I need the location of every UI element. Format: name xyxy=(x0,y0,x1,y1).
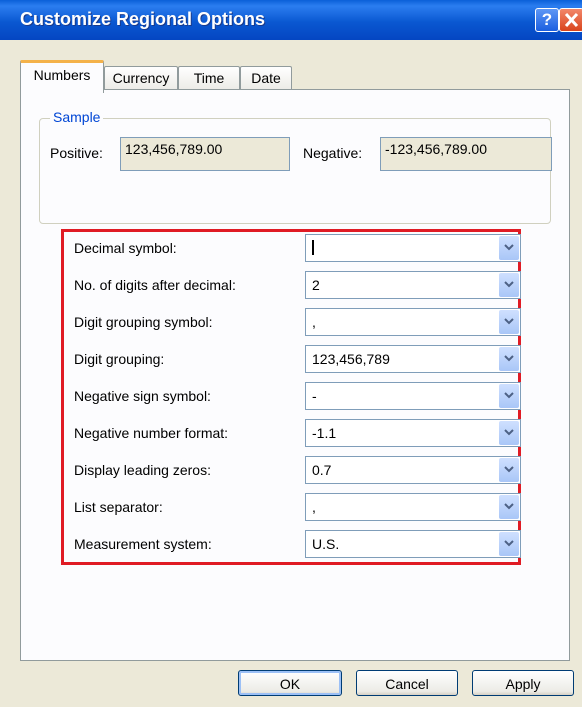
dropdown-button[interactable] xyxy=(499,236,519,260)
negative-number-format-combo[interactable]: -1.1 xyxy=(305,419,521,447)
setting-row-negative-sign-symbol: Negative sign symbol: - xyxy=(64,380,521,412)
settings-highlight: Decimal symbol: No. of digits after deci… xyxy=(61,229,521,565)
decimal-symbol-value xyxy=(312,240,314,258)
digit-grouping-value: 123,456,789 xyxy=(312,351,390,367)
display-leading-zeros-combo[interactable]: 0.7 xyxy=(305,456,521,484)
setting-row-list-separator: List separator: , xyxy=(64,491,521,523)
measurement-system-value: U.S. xyxy=(312,536,340,552)
measurement-system-label: Measurement system: xyxy=(74,536,212,552)
chevron-down-icon xyxy=(504,392,514,399)
numbers-panel: Sample Positive: 123,456,789.00 Negative… xyxy=(20,89,570,661)
digits-after-decimal-combo[interactable]: 2 xyxy=(305,271,521,299)
chevron-down-icon xyxy=(504,318,514,325)
setting-row-digit-grouping-symbol: Digit grouping symbol: , xyxy=(64,306,521,338)
tab-time[interactable]: Time xyxy=(178,66,240,90)
tab-numbers[interactable]: Numbers xyxy=(20,60,104,93)
dropdown-button[interactable] xyxy=(499,273,519,297)
setting-row-digits-after-decimal: No. of digits after decimal: 2 xyxy=(64,269,521,301)
negative-number-format-value: -1.1 xyxy=(312,425,337,441)
help-button[interactable]: ? xyxy=(535,8,559,32)
negative-sample-field: -123,456,789.00 xyxy=(380,137,552,171)
list-separator-combo[interactable]: , xyxy=(305,493,521,521)
digits-after-decimal-label: No. of digits after decimal: xyxy=(74,277,236,293)
dropdown-button[interactable] xyxy=(499,495,519,519)
close-button[interactable] xyxy=(559,8,582,32)
close-icon xyxy=(564,12,579,28)
tab-date[interactable]: Date xyxy=(240,66,292,90)
tab-currency[interactable]: Currency xyxy=(104,66,178,90)
digits-after-decimal-value: 2 xyxy=(312,277,320,293)
display-leading-zeros-label: Display leading zeros: xyxy=(74,462,211,478)
chevron-down-icon xyxy=(504,466,514,473)
sample-group-label: Sample xyxy=(50,109,104,125)
negative-sign-symbol-value: - xyxy=(312,388,317,404)
setting-row-decimal-symbol: Decimal symbol: xyxy=(64,232,521,264)
decimal-symbol-label: Decimal symbol: xyxy=(74,240,177,256)
digit-grouping-symbol-value: , xyxy=(312,314,316,330)
ok-button[interactable]: OK xyxy=(238,670,342,696)
chevron-down-icon xyxy=(504,503,514,510)
digit-grouping-label: Digit grouping: xyxy=(74,351,165,367)
text-caret xyxy=(312,240,314,255)
digit-grouping-combo[interactable]: 123,456,789 xyxy=(305,345,521,373)
list-separator-label: List separator: xyxy=(74,499,163,515)
chevron-down-icon xyxy=(504,355,514,362)
dropdown-button[interactable] xyxy=(499,421,519,445)
chevron-down-icon xyxy=(504,281,514,288)
list-separator-value: , xyxy=(312,499,316,515)
dialog-window: Customize Regional Options ? Numbers Cur… xyxy=(0,0,582,707)
sample-group: Sample Positive: 123,456,789.00 Negative… xyxy=(39,109,552,224)
negative-sign-symbol-label: Negative sign symbol: xyxy=(74,388,211,404)
dropdown-button[interactable] xyxy=(499,347,519,371)
display-leading-zeros-value: 0.7 xyxy=(312,462,332,478)
setting-row-display-leading-zeros: Display leading zeros: 0.7 xyxy=(64,454,521,486)
question-mark-icon: ? xyxy=(541,10,553,29)
chevron-down-icon xyxy=(504,540,514,547)
cancel-button[interactable]: Cancel xyxy=(356,670,458,696)
positive-sample-field: 123,456,789.00 xyxy=(120,137,290,171)
dropdown-button[interactable] xyxy=(499,532,519,556)
positive-label: Positive: xyxy=(50,145,103,161)
title-bar[interactable]: Customize Regional Options ? xyxy=(0,0,582,40)
setting-row-negative-number-format: Negative number format: -1.1 xyxy=(64,417,521,449)
chevron-down-icon xyxy=(504,244,514,251)
negative-sign-symbol-combo[interactable]: - xyxy=(305,382,521,410)
digit-grouping-symbol-combo[interactable]: , xyxy=(305,308,521,336)
apply-button[interactable]: Apply xyxy=(472,670,574,696)
measurement-system-combo[interactable]: U.S. xyxy=(305,530,521,558)
setting-row-digit-grouping: Digit grouping: 123,456,789 xyxy=(64,343,521,375)
window-title: Customize Regional Options xyxy=(20,9,266,29)
negative-number-format-label: Negative number format: xyxy=(74,425,229,441)
negative-label: Negative: xyxy=(303,145,363,161)
dropdown-button[interactable] xyxy=(499,310,519,334)
setting-row-measurement-system: Measurement system: U.S. xyxy=(64,528,521,560)
chevron-down-icon xyxy=(504,429,514,436)
dropdown-button[interactable] xyxy=(499,458,519,482)
digit-grouping-symbol-label: Digit grouping symbol: xyxy=(74,314,213,330)
decimal-symbol-combo[interactable] xyxy=(305,234,521,262)
dropdown-button[interactable] xyxy=(499,384,519,408)
